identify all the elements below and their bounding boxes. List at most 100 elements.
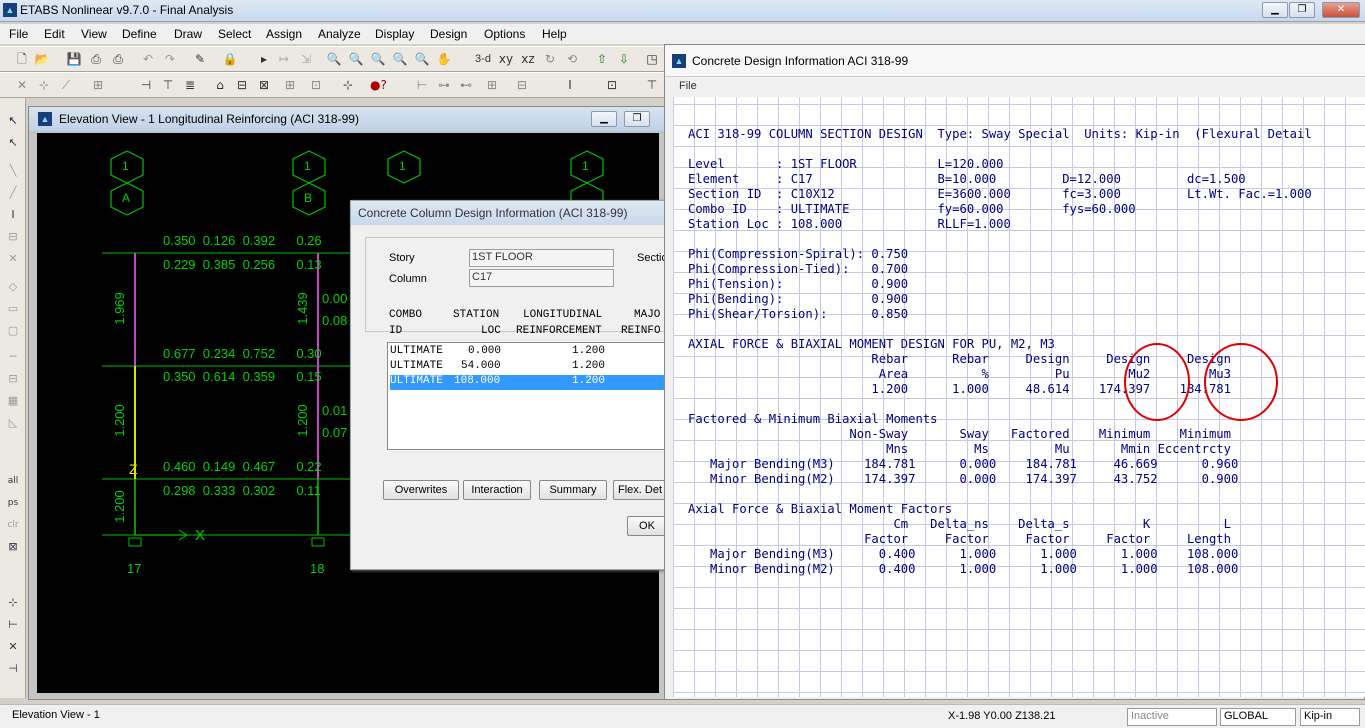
section-icon[interactable]: ⊤ <box>160 77 176 93</box>
reshape-pointer-icon[interactable]: ↖ <box>5 136 21 152</box>
grid-icon[interactable]: ⊹ <box>340 77 356 93</box>
load-icon[interactable]: ⊟ <box>514 77 530 93</box>
info-icon[interactable]: ●? <box>370 77 387 93</box>
new-file-icon[interactable]: 🗋 <box>14 51 30 67</box>
draw-line-tool-icon[interactable]: ╲ <box>5 164 21 180</box>
menu-define[interactable]: Define <box>122 27 157 41</box>
undo-icon[interactable]: ↶ <box>140 51 156 67</box>
pointer-icon[interactable]: ↦ <box>276 51 292 67</box>
draw-area-icon[interactable]: ◇ <box>5 280 21 296</box>
menu-display[interactable]: Display <box>375 27 414 41</box>
table-icon[interactable]: ⊤ <box>644 77 660 93</box>
spring-icon[interactable]: ⊷ <box>458 77 474 93</box>
list-item[interactable]: ULTIMATE 54.000 1.200 <box>390 360 675 375</box>
zoom-window-icon[interactable]: 🔍 <box>326 51 342 67</box>
elevation-view-icon[interactable]: xz <box>520 51 536 67</box>
opening-icon[interactable]: ⊡ <box>308 77 324 93</box>
draw-dim-icon[interactable]: ─ <box>5 350 21 366</box>
run-icon[interactable]: ▸ <box>256 51 272 67</box>
display-options-icon[interactable]: ⊡ <box>604 77 620 93</box>
list-item[interactable]: ULTIMATE 0.000 1.200 <box>390 345 675 360</box>
menu-assign[interactable]: Assign <box>266 27 302 41</box>
menu-design[interactable]: Design <box>430 27 467 41</box>
beam-icon[interactable]: ⊟ <box>234 77 250 93</box>
draw-wall-icon[interactable]: ✕ <box>5 252 21 268</box>
summary-button[interactable]: Summary <box>539 480 607 500</box>
select-all-icon[interactable]: all <box>5 476 21 492</box>
maximize-button[interactable]: ❐ <box>1289 2 1315 18</box>
lock-icon[interactable]: 🔒 <box>222 51 238 67</box>
draw-slab-icon[interactable]: ▦ <box>5 394 21 410</box>
view-3d-button[interactable]: 3-d <box>472 51 494 67</box>
menu-help[interactable]: Help <box>542 27 567 41</box>
menu-draw[interactable]: Draw <box>174 27 202 41</box>
section-cut-icon[interactable]: I <box>562 77 578 93</box>
info-menu-file[interactable]: File <box>679 80 697 92</box>
units-select[interactable]: Kip-in <box>1300 708 1360 726</box>
print-setup-icon[interactable]: ⎙ <box>110 51 126 67</box>
draw-beam-icon[interactable]: ⊟ <box>5 230 21 246</box>
area-icon[interactable]: ≣ <box>182 77 198 93</box>
draw-grid-icon[interactable]: ⊟ <box>5 372 21 388</box>
save-icon[interactable]: 💾 <box>66 51 82 67</box>
draw-line-icon[interactable]: ⟋ <box>58 77 74 93</box>
mode-select[interactable]: Inactive <box>1127 708 1217 726</box>
snap-intersect-icon[interactable]: ✕ <box>5 640 21 656</box>
snap-perp-icon[interactable]: ⊣ <box>5 662 21 678</box>
draw-brace-icon[interactable]: ╱ <box>5 186 21 202</box>
pencil-icon[interactable]: ✎ <box>192 51 208 67</box>
elev-minimize-button[interactable]: ▁ <box>591 111 617 127</box>
ok-button[interactable]: OK <box>627 516 667 536</box>
print-icon[interactable]: ⎙ <box>88 51 104 67</box>
move-down-icon[interactable]: ⇩ <box>616 51 632 67</box>
restraint-icon[interactable]: ⊞ <box>484 77 500 93</box>
dimension-icon[interactable]: ⊢ <box>414 77 430 93</box>
snap-point-icon[interactable]: ⊹ <box>5 596 21 612</box>
redo-icon[interactable]: ↷ <box>162 51 178 67</box>
minimize-button[interactable]: ▁ <box>1262 2 1288 18</box>
unlock-icon[interactable]: ⇲ <box>298 51 314 67</box>
object-shrink-icon[interactable]: ◳ <box>644 51 660 67</box>
perspective-icon[interactable]: ⟲ <box>564 51 580 67</box>
zoom-out-icon[interactable]: 🔍 <box>348 51 364 67</box>
zoom-previous-icon[interactable]: 🔍 <box>392 51 408 67</box>
snap-end-icon[interactable]: ⊢ <box>5 618 21 634</box>
menu-options[interactable]: Options <box>484 27 525 41</box>
list-item-selected[interactable]: ULTIMATE 108.000 1.200 <box>390 375 675 390</box>
wall-icon[interactable]: ⊞ <box>282 77 298 93</box>
interaction-button[interactable]: Interaction <box>463 480 531 500</box>
zoom-all-icon[interactable]: 🔍 <box>414 51 430 67</box>
reshape-icon[interactable]: ✕ <box>14 77 30 93</box>
rotate-icon[interactable]: ↻ <box>542 51 558 67</box>
draw-poly-icon[interactable]: ▢ <box>5 324 21 340</box>
elev-maximize-button[interactable]: ❐ <box>624 111 650 127</box>
close-button[interactable]: ✕ <box>1322 2 1360 18</box>
menu-select[interactable]: Select <box>218 27 251 41</box>
clear-selection-icon[interactable]: clr <box>5 520 21 536</box>
move-up-icon[interactable]: ⇧ <box>594 51 610 67</box>
draw-column-icon[interactable]: I <box>5 208 21 224</box>
menu-view[interactable]: View <box>81 27 107 41</box>
snap-icon[interactable]: ⊞ <box>90 77 106 93</box>
menu-edit[interactable]: Edit <box>44 27 65 41</box>
brace-icon[interactable]: ⊠ <box>256 77 272 93</box>
menu-file[interactable]: File <box>9 27 28 41</box>
frame-icon[interactable]: ⊣ <box>138 77 154 93</box>
combo-station-list[interactable]: ULTIMATE 0.000 1.200 ULTIMATE 54.000 1.200 U… <box>387 342 677 450</box>
zoom-in-icon[interactable]: 🔍 <box>370 51 386 67</box>
previous-selection-icon[interactable]: ps <box>5 498 21 514</box>
pan-icon[interactable]: ✋ <box>436 51 452 67</box>
intersect-select-icon[interactable]: ⊠ <box>5 540 21 556</box>
coordinate-system-select[interactable]: GLOBAL <box>1220 708 1296 726</box>
column-icon[interactable]: ⌂ <box>212 77 228 93</box>
plan-view-icon[interactable]: xy <box>498 51 514 67</box>
flex-details-button[interactable]: Flex. Det <box>613 480 667 500</box>
draw-rect-icon[interactable]: ▭ <box>5 302 21 318</box>
open-file-icon[interactable]: 📂 <box>34 51 50 67</box>
link-icon[interactable]: ⊶ <box>436 77 452 93</box>
draw-point-icon[interactable]: ⊹ <box>36 77 52 93</box>
overwrites-button[interactable]: Overwrites <box>383 480 459 500</box>
select-pointer-icon[interactable]: ↖ <box>5 114 21 130</box>
draw-opening-icon[interactable]: ◺ <box>5 416 21 432</box>
menu-analyze[interactable]: Analyze <box>318 27 361 41</box>
